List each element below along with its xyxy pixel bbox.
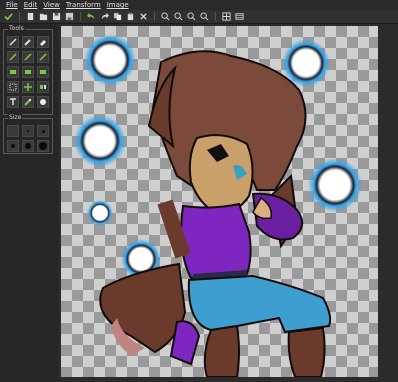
eraser-icon (40, 40, 46, 46)
zoom-fit-icon[interactable] (187, 12, 196, 21)
stamp-tool-button[interactable] (37, 96, 49, 108)
menu-bar: File Edit View Transform Image (0, 0, 398, 10)
brush-tool-button[interactable] (22, 36, 34, 48)
zoom-in-icon[interactable] (174, 12, 183, 21)
ellipse-tool-button[interactable] (37, 66, 49, 78)
move-tool-button[interactable] (22, 81, 34, 93)
picker-tool-button[interactable] (22, 96, 34, 108)
brush-icon (24, 39, 31, 46)
pencil-tool-button[interactable] (7, 36, 19, 48)
line-icon (9, 53, 17, 61)
pixel-art-image (74, 34, 362, 377)
size-option[interactable] (37, 140, 49, 152)
save-as-icon[interactable] (65, 12, 74, 21)
menu-edit[interactable]: Edit (24, 0, 38, 10)
check-icon[interactable] (4, 12, 13, 21)
size-option[interactable] (7, 125, 19, 137)
menu-view[interactable]: View (43, 0, 60, 10)
toolbar-separator (215, 12, 216, 21)
copy-icon[interactable] (113, 12, 122, 21)
line-tool-button[interactable] (7, 51, 19, 63)
size-option[interactable] (7, 140, 19, 152)
canvas-size-icon[interactable] (235, 12, 244, 21)
eraser-tool-button[interactable] (37, 36, 49, 48)
orb (308, 158, 362, 212)
flip-icon (40, 85, 46, 89)
orb (74, 115, 126, 167)
drawing-canvas[interactable] (61, 26, 378, 377)
orb (87, 200, 113, 226)
flip-tool-button[interactable] (37, 81, 49, 93)
pencil-icon (9, 38, 17, 46)
toolbar-separator (154, 12, 155, 21)
zoom-out-icon[interactable] (161, 12, 170, 21)
size-option[interactable] (37, 125, 49, 137)
tools-group: Tools (3, 25, 53, 115)
toolbar (0, 10, 398, 24)
spray-icon (39, 53, 47, 61)
save-icon[interactable] (52, 12, 61, 21)
tools-sidebar: Tools Size (0, 24, 58, 382)
rect-tool-button[interactable] (7, 66, 19, 78)
toolbar-separator (19, 12, 20, 21)
tools-group-title: Tools (8, 25, 25, 33)
grid-icon[interactable] (222, 12, 231, 21)
toolbar-separator (80, 12, 81, 21)
text-icon (10, 98, 16, 105)
new-file-icon[interactable] (26, 12, 35, 21)
stamp-icon (40, 99, 46, 105)
picker-icon (24, 98, 32, 106)
canvas-area[interactable] (59, 24, 398, 382)
fill-tool-button[interactable] (22, 51, 34, 63)
ellipse-icon (40, 70, 46, 74)
menu-file[interactable]: File (6, 0, 18, 10)
size-option[interactable] (22, 140, 34, 152)
size-group: Size (3, 114, 53, 154)
delete-icon[interactable] (139, 12, 148, 21)
fill-icon (24, 53, 32, 61)
rect-icon (10, 70, 16, 74)
select-icon (9, 83, 17, 91)
move-icon (24, 83, 32, 91)
menu-image[interactable]: Image (107, 0, 129, 10)
open-icon[interactable] (39, 12, 48, 21)
filled-rect-tool-button[interactable] (22, 66, 34, 78)
size-option[interactable] (22, 125, 34, 137)
zoom-actual-icon[interactable] (200, 12, 209, 21)
text-tool-button[interactable] (7, 96, 19, 108)
paste-icon[interactable] (126, 12, 135, 21)
menu-transform[interactable]: Transform (66, 0, 101, 10)
select-tool-button[interactable] (7, 81, 19, 93)
size-group-title: Size (8, 114, 23, 122)
orb (84, 34, 136, 86)
spray-tool-button[interactable] (37, 51, 49, 63)
redo-icon[interactable] (100, 12, 109, 21)
filled-rect-icon (25, 70, 31, 74)
undo-icon[interactable] (87, 12, 96, 21)
